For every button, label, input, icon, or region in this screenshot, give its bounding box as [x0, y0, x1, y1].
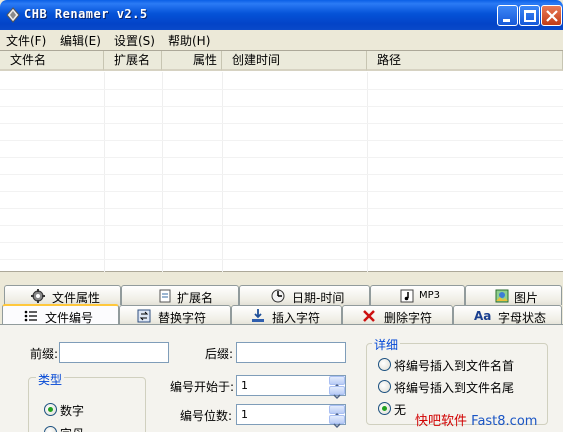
type-radio-letter[interactable]	[44, 426, 57, 432]
delete-x-icon	[361, 308, 377, 324]
document-icon	[157, 288, 173, 304]
detail-radio-none[interactable]	[378, 402, 391, 415]
type-group-title: 类型	[36, 371, 65, 388]
minimize-button[interactable]	[497, 5, 518, 26]
grid-row-line	[0, 191, 563, 192]
replace-icon	[136, 308, 152, 324]
column-header-path[interactable]: 路径	[367, 51, 563, 71]
column-header-created[interactable]: 创建时间	[222, 51, 367, 71]
suffix-input[interactable]	[236, 342, 346, 363]
music-icon	[399, 288, 415, 304]
detail-radio-suffix[interactable]	[378, 380, 391, 393]
tab-extension[interactable]: 扩展名	[121, 285, 239, 305]
menu-help[interactable]: 帮助(H)	[168, 32, 210, 49]
grid-row-line	[0, 140, 563, 141]
insert-icon	[250, 308, 266, 324]
tab-insert-chars[interactable]: 插入字符	[231, 305, 342, 325]
menu-settings[interactable]: 设置(S)	[114, 32, 155, 49]
tab-mp3[interactable]: MP3	[370, 285, 465, 305]
start-spin-up-button[interactable]	[329, 376, 345, 389]
tab-image[interactable]: 图片	[465, 285, 562, 305]
digits-label: 编号位数:	[180, 409, 233, 423]
tab-letter-case[interactable]: Aa 字母状态	[453, 305, 562, 325]
digits-spinner[interactable]: 1	[236, 404, 346, 429]
prefix-label: 前缀:	[30, 347, 59, 361]
maximize-button[interactable]	[519, 5, 540, 26]
grid-row-line	[0, 242, 563, 243]
file-list[interactable]: 文件名 扩展名 属性 创建时间 路径	[0, 50, 563, 272]
tab-file-attributes[interactable]: 文件属性	[4, 285, 121, 305]
type-radio-number[interactable]	[44, 403, 57, 416]
close-button[interactable]	[541, 5, 562, 26]
watermark-text-cn: 快吧软件	[415, 414, 468, 429]
digits-value: 1	[241, 408, 248, 421]
prefix-input[interactable]	[59, 342, 169, 363]
start-number-spinner[interactable]: 1	[236, 375, 346, 400]
grid-row-line	[0, 106, 563, 107]
clock-icon	[270, 288, 286, 304]
column-header-attributes[interactable]: 属性	[162, 51, 222, 71]
type-option-letter: 字母	[60, 425, 84, 432]
digits-spin-up-button[interactable]	[329, 405, 345, 418]
digits-spin-down-button[interactable]	[329, 415, 345, 429]
grid-row-line	[0, 225, 563, 226]
tab-replace-chars[interactable]: 替换字符	[119, 305, 231, 325]
detail-option-suffix: 将编号插入到文件名尾	[394, 381, 515, 395]
gear-icon	[30, 288, 46, 304]
tab-date-time[interactable]: 日期-时间	[239, 285, 370, 305]
grid-row-line	[0, 208, 563, 209]
detail-option-none: 无	[394, 403, 407, 417]
suffix-label: 后缀:	[205, 347, 234, 361]
column-header-filename[interactable]: 文件名	[0, 51, 104, 71]
image-icon	[494, 288, 510, 304]
menu-file[interactable]: 文件(F)	[6, 32, 46, 49]
type-option-number: 数字	[60, 404, 85, 418]
menu-edit[interactable]: 编辑(E)	[60, 32, 101, 49]
start-number-value: 1	[241, 379, 248, 392]
menu-bar: 文件(F) 编辑(E) 设置(S) 帮助(H)	[0, 30, 563, 49]
start-label: 编号开始于:	[170, 380, 235, 394]
tab-delete-chars[interactable]: 删除字符	[342, 305, 453, 325]
title-bar[interactable]: CHB Renamer v2.5	[0, 0, 563, 30]
detail-radio-prefix[interactable]	[378, 358, 391, 371]
grid-row-line	[0, 157, 563, 158]
numbered-list-icon	[23, 308, 39, 324]
watermark-text-en: Fast8.com	[471, 414, 538, 429]
letter-case-icon: Aa	[474, 309, 492, 323]
detail-group-title: 详细	[372, 336, 401, 353]
grid-row-line	[0, 259, 563, 260]
tab-file-numbering[interactable]: 文件编号	[2, 304, 119, 325]
grid-row-line	[0, 89, 563, 90]
start-spin-down-button[interactable]	[329, 386, 345, 400]
watermark: 快吧软件 Fast8.com	[415, 410, 537, 429]
column-header-extension[interactable]: 扩展名	[104, 51, 162, 71]
window-title: CHB Renamer v2.5	[24, 7, 148, 21]
app-icon	[5, 7, 21, 23]
grid-row-line	[0, 123, 563, 124]
grid-row-line	[0, 174, 563, 175]
detail-option-prefix: 将编号插入到文件名首	[394, 359, 515, 373]
